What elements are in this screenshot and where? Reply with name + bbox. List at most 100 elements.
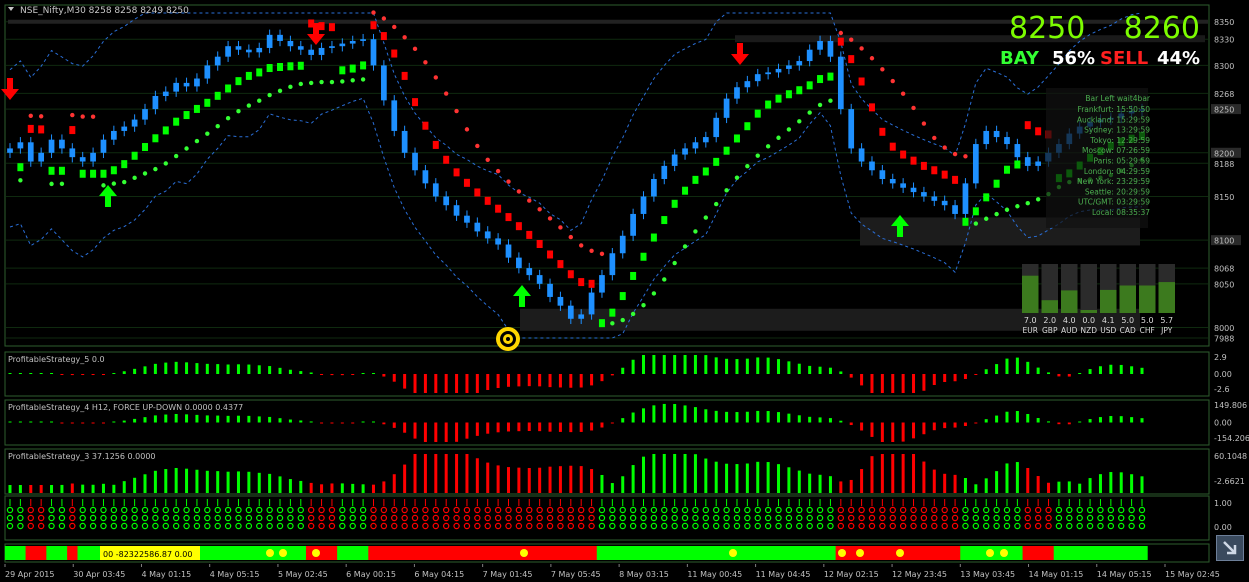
trend-strip-segment [378,546,390,560]
histogram-bar-3 [382,481,386,493]
candle-body [27,142,34,162]
currency-label: JPY [1160,326,1173,335]
histogram-bar-5 [70,374,74,376]
histogram-bar-4 [153,415,157,423]
candle-body [837,56,844,110]
time-tick-label: 11 May 00:45 [687,570,742,579]
histogram-bar-5 [320,374,324,375]
candle-body [297,46,304,50]
candle-body [1014,144,1021,158]
candle-body [59,139,65,149]
histogram-bar-5 [912,374,916,393]
trend-square [1035,127,1042,136]
histogram-bar-5 [1130,366,1134,374]
histogram-bar-4 [278,418,282,423]
trend-square [266,64,273,73]
signal-dot [163,161,168,166]
histogram-bar-4 [901,422,905,442]
currency-label: CHF [1140,326,1155,335]
signal-dot [734,175,740,180]
histogram-bar-3 [81,484,85,493]
histogram-bar-3 [953,474,957,493]
candle-body [754,74,761,82]
histogram-bar-3 [486,462,490,493]
trend-square [547,250,554,259]
trend-strip-segment [607,546,619,560]
histogram-bar-4 [548,422,552,432]
signal-dot [485,157,490,162]
trend-square [785,90,792,99]
candle-body [786,65,792,69]
histogram-bar-4 [974,422,978,424]
trend-square [910,156,917,165]
histogram-bar-3 [403,464,407,493]
trend-square [183,111,190,120]
histogram-bar-3 [506,467,510,493]
signal-dot [1004,207,1010,212]
histogram-bar-4 [340,422,344,424]
candle-body [516,257,522,269]
trend-strip-segment [254,546,265,560]
strength-value: 5.7 [1160,316,1173,325]
histogram-bar-4 [413,422,417,439]
histogram-bar-5 [309,372,313,374]
histogram-bar-5 [839,371,843,374]
trend-square [339,66,346,75]
trend-square [619,292,626,301]
trend-strip-segment [908,546,920,560]
time-tick-label: 7 May 01:45 [483,570,533,579]
signal-dot [267,92,272,98]
histogram-bar-4 [704,409,708,423]
histogram-bar-4 [953,422,957,428]
price-tick-label: 8330 [1214,36,1234,45]
histogram-bar-4 [963,422,967,426]
signal-dot [392,24,397,30]
strength-bar [1100,289,1117,313]
histogram-bar-4 [922,422,926,435]
trend-square [152,134,159,143]
trend-square [941,170,948,179]
histogram-bar-3 [943,473,947,493]
histogram-bar-4 [382,422,386,425]
candle-body [453,205,460,216]
strength-bar [1119,285,1136,313]
signal-dot [70,112,75,118]
signal-dot [776,135,781,140]
histogram-bar-5 [299,371,303,374]
histogram-bar-3 [1057,481,1061,493]
strip-marker [896,549,904,557]
histogram-bar-4 [268,416,272,423]
candle-body [962,183,969,214]
histogram-bar-3 [849,479,853,493]
histogram-bar-3 [39,485,43,493]
trend-strip-segment [669,546,681,560]
strength-value: 5.0 [1121,316,1134,325]
scroll-to-end-button[interactable] [1216,535,1244,561]
histogram-bar-4 [683,405,687,423]
histogram-bar-3 [579,466,583,493]
histogram-bar-4 [797,415,801,423]
indicator-title: ProfitableStrategy_3 37.1256 0.0000 [8,452,156,461]
buy-label: BAY [1000,48,1040,69]
trend-square [380,32,387,41]
trend-strip-segment [409,546,421,560]
histogram-bar-3 [153,470,157,493]
candle-body [578,314,585,319]
histogram-bar-4 [195,414,199,423]
trend-square [723,146,730,155]
signal-dot [527,198,532,203]
histogram-bar-4 [455,422,459,442]
histogram-bar-5 [714,357,718,374]
candle-body [246,49,252,53]
candle-body [630,213,636,236]
price-tick-label: 8300 [1214,62,1234,71]
histogram-bar-5 [880,374,884,393]
histogram-bar-3 [268,473,272,493]
trading-chart-window: ProfitableStrategy_5 0.0 2.9 0.00 -2.6 Profi… [0,0,1249,582]
histogram-bar-3 [766,462,770,493]
candle-body [256,47,263,53]
trend-square [931,166,938,175]
trend-strip-segment [877,546,889,560]
histogram-bar-4 [361,421,365,423]
session-row: New York: 23:29:59 [1077,177,1150,186]
